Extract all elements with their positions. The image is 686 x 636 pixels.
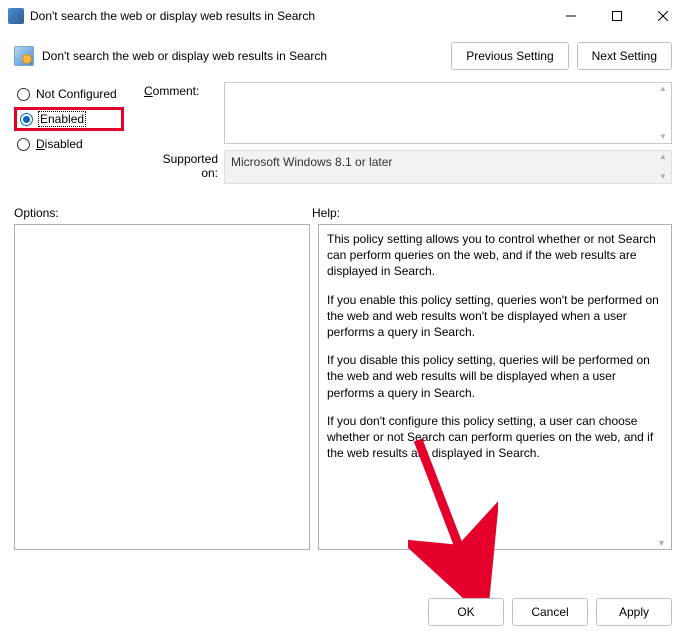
comment-row: Comment: ▲▼ <box>144 82 672 144</box>
comment-scroll[interactable]: ▲▼ <box>656 84 670 142</box>
titlebar: Don't search the web or display web resu… <box>0 0 686 32</box>
help-label: Help: <box>312 206 340 220</box>
fields: Comment: ▲▼ Supported on: Microsoft Wind… <box>144 82 672 190</box>
window-title: Don't search the web or display web resu… <box>30 9 548 23</box>
comment-label: Comment: <box>144 82 224 98</box>
comment-textarea[interactable]: ▲▼ <box>224 82 672 144</box>
previous-setting-button[interactable]: Previous Setting <box>451 42 568 70</box>
supported-row: Supported on: Microsoft Windows 8.1 or l… <box>144 150 672 184</box>
options-panel <box>14 224 310 550</box>
next-setting-button[interactable]: Next Setting <box>577 42 672 70</box>
state-radios: Not Configured Enabled Disabled <box>14 82 124 190</box>
radio-not-configured-input[interactable] <box>17 88 30 101</box>
panel-labels: Options: Help: <box>0 194 686 224</box>
help-paragraph: If you disable this policy setting, quer… <box>327 352 663 401</box>
help-paragraph: If you don't configure this policy setti… <box>327 413 663 462</box>
help-scroll-down-icon[interactable]: ▼ <box>657 535 669 547</box>
radio-enabled-label[interactable]: Enabled <box>39 112 85 126</box>
scroll-up-icon[interactable]: ▲ <box>656 84 670 94</box>
supported-value: Microsoft Windows 8.1 or later <box>231 155 392 169</box>
header: Don't search the web or display web resu… <box>0 32 686 74</box>
nav-buttons: Previous Setting Next Setting <box>451 42 672 70</box>
options-label: Options: <box>14 206 312 220</box>
radio-not-configured-label[interactable]: Not Configured <box>36 87 117 101</box>
radio-enabled[interactable]: Enabled <box>14 107 124 131</box>
window-controls <box>548 0 686 32</box>
state-section: Not Configured Enabled Disabled Comment:… <box>0 74 686 194</box>
policy-icon <box>14 46 34 66</box>
footer-buttons: OK Cancel Apply <box>428 598 672 626</box>
ok-button[interactable]: OK <box>428 598 504 626</box>
scroll-down-icon: ▼ <box>656 172 670 182</box>
panels: This policy setting allows you to contro… <box>0 224 686 550</box>
maximize-button[interactable] <box>594 0 640 32</box>
help-panel[interactable]: This policy setting allows you to contro… <box>318 224 672 550</box>
supported-label: Supported on: <box>144 150 224 180</box>
scroll-up-icon: ▲ <box>656 152 670 162</box>
radio-not-configured[interactable]: Not Configured <box>14 82 124 106</box>
policy-title: Don't search the web or display web resu… <box>42 49 451 63</box>
apply-button[interactable]: Apply <box>596 598 672 626</box>
radio-disabled-input[interactable] <box>17 138 30 151</box>
minimize-button[interactable] <box>548 0 594 32</box>
radio-disabled[interactable]: Disabled <box>14 132 124 156</box>
supported-box: Microsoft Windows 8.1 or later ▲▼ <box>224 150 672 184</box>
help-paragraph: If you enable this policy setting, queri… <box>327 292 663 341</box>
scroll-down-icon[interactable]: ▼ <box>656 132 670 142</box>
help-paragraph: This policy setting allows you to contro… <box>327 231 663 280</box>
cancel-button[interactable]: Cancel <box>512 598 588 626</box>
window-icon <box>8 8 24 24</box>
close-button[interactable] <box>640 0 686 32</box>
supported-scroll: ▲▼ <box>656 152 670 182</box>
radio-disabled-label[interactable]: Disabled <box>36 137 83 151</box>
radio-enabled-input[interactable] <box>20 113 33 126</box>
